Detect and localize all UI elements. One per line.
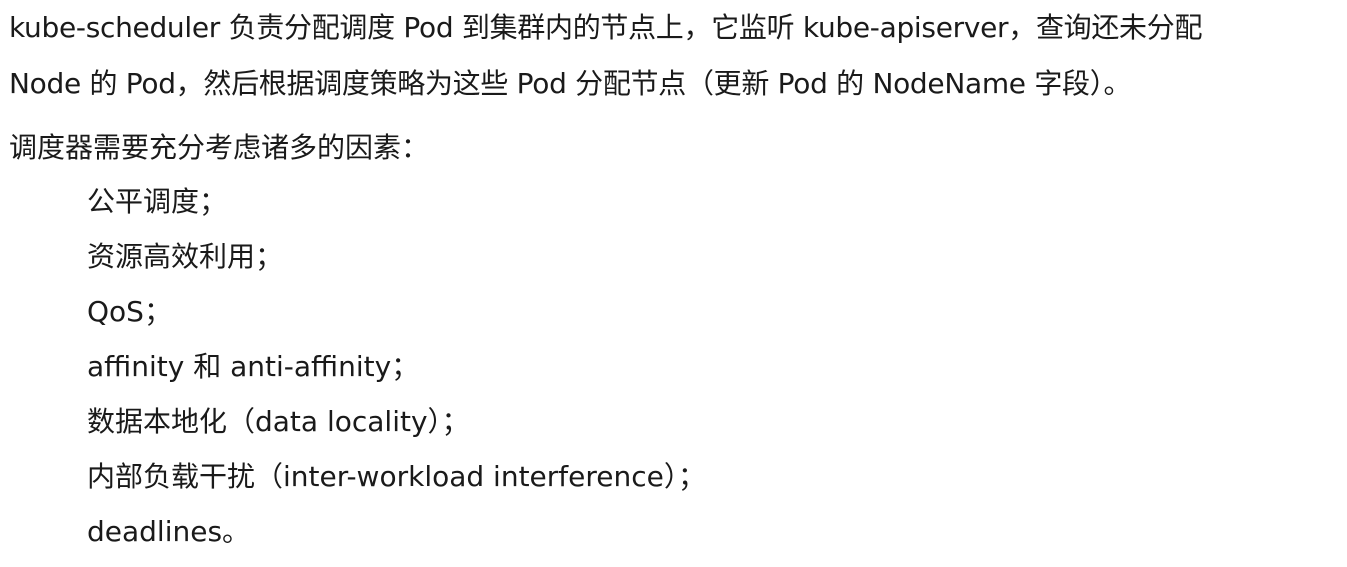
factor-item: deadlines。 [87,515,251,548]
factor-item: affinity 和 anti-affinity； [87,350,420,383]
factors-list: 公平调度； 资源高效利用； QoS； affinity 和 anti-affin… [87,182,706,567]
factor-item: 数据本地化（data locality）； [87,405,470,438]
intro-line-1: kube-scheduler 负责分配调度 Pod 到集群内的节点上，它监听 k… [9,11,1203,44]
factors-heading: 调度器需要充分考虑诸多的因素： [9,131,430,164]
intro-line-2: Node 的 Pod，然后根据调度策略为这些 Pod 分配节点（更新 Pod 的… [9,67,1132,100]
factor-item: QoS； [87,295,172,328]
factor-item: 资源高效利用； [87,240,284,273]
factor-item: 内部负载干扰（inter-workload interference）； [87,460,706,493]
factor-item: 公平调度； [87,185,228,218]
